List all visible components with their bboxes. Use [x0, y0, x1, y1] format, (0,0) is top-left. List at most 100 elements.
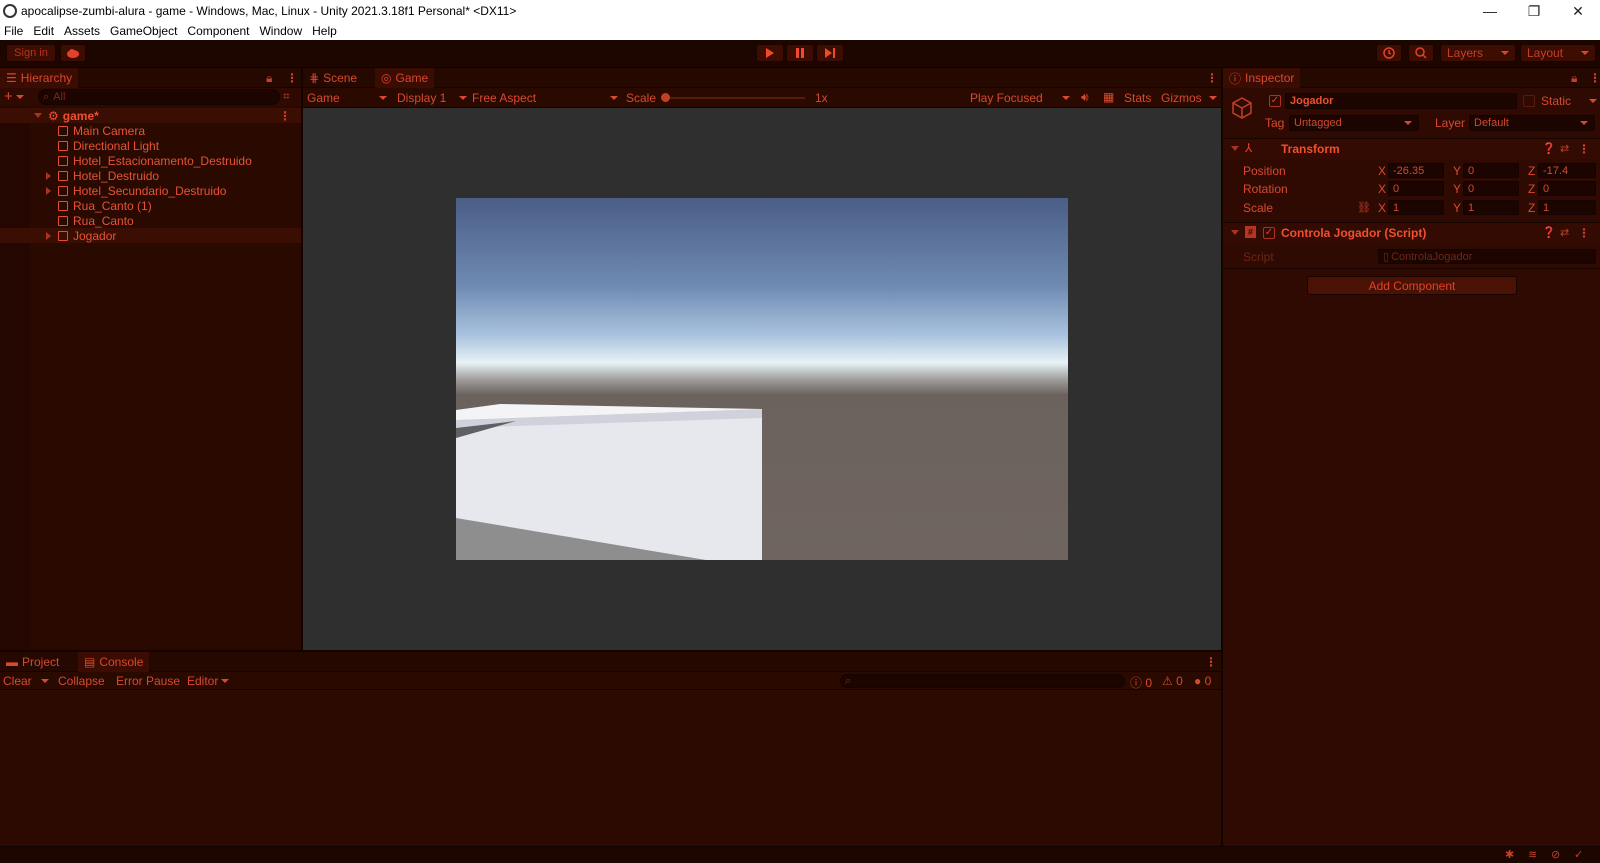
hierarchy-search-input[interactable]: ⌕ All	[38, 89, 280, 105]
error-pause-button[interactable]: Error Pause	[116, 674, 180, 688]
preset-icon[interactable]: ⇄	[1560, 226, 1569, 239]
scale-x-field[interactable]: 1	[1388, 200, 1444, 215]
chevron-down-icon[interactable]	[1589, 99, 1597, 103]
editor-dropdown[interactable]: Editor	[187, 674, 229, 688]
sign-in-button[interactable]: Sign in	[6, 44, 56, 62]
list-item[interactable]: Main Camera	[0, 123, 300, 138]
list-item[interactable]: Rua_Canto	[0, 213, 300, 228]
rotation-y-field[interactable]: 0	[1463, 181, 1519, 196]
game-render-viewport[interactable]	[456, 198, 1068, 560]
scene-root-row[interactable]: ⚙ game* ⋮	[0, 108, 301, 123]
add-component-button[interactable]: Add Component	[1307, 276, 1517, 295]
play-focused-dropdown[interactable]: Play Focused	[970, 91, 1070, 105]
component-enabled-checkbox[interactable]: ✓	[1263, 227, 1275, 239]
play-button[interactable]	[756, 44, 784, 62]
menu-edit[interactable]: Edit	[29, 24, 60, 38]
aspect-dropdown[interactable]: Free Aspect	[472, 91, 618, 105]
list-item[interactable]: Directional Light	[0, 138, 300, 153]
layout-dropdown[interactable]: Layout	[1520, 44, 1596, 62]
cloud-button[interactable]	[60, 44, 86, 62]
log-count-toggle[interactable]: ⓘ 0	[1130, 674, 1158, 691]
collapse-button[interactable]: Collapse	[58, 674, 105, 688]
add-object-button[interactable]: +	[4, 89, 30, 104]
expand-arrow-icon[interactable]	[46, 171, 51, 180]
clear-dropdown[interactable]: Clear	[3, 674, 49, 688]
history-button[interactable]	[1376, 44, 1402, 62]
list-item-selected[interactable]: Jogador	[0, 228, 301, 243]
script-component-header[interactable]: # ✓ Controla Jogador (Script) ❓ ⇄ ⋮	[1223, 223, 1600, 243]
kebab-menu-icon[interactable]: ⋮	[1578, 226, 1590, 240]
kebab-menu-icon[interactable]: ⋮	[1589, 71, 1600, 85]
close-button[interactable]: ✕	[1556, 0, 1600, 22]
scale-slider-handle[interactable]	[661, 93, 670, 102]
console-search-input[interactable]: ⌕	[840, 674, 1125, 688]
collapse-arrow-icon[interactable]	[1231, 146, 1239, 151]
layers-dropdown[interactable]: Layers	[1440, 44, 1516, 62]
position-x-field[interactable]: -26.35	[1388, 163, 1444, 178]
pause-button[interactable]	[786, 44, 814, 62]
layers-icon[interactable]: ≋	[1528, 848, 1537, 861]
expand-arrow-icon[interactable]	[46, 186, 51, 195]
kebab-menu-icon[interactable]: ⋮	[1578, 142, 1590, 156]
console-log-area[interactable]	[0, 690, 1221, 848]
tab-console[interactable]: ▤ Console	[78, 652, 150, 672]
tag-dropdown[interactable]: Untagged	[1289, 115, 1419, 131]
kebab-menu-icon[interactable]: ⋮	[1206, 71, 1218, 85]
position-z-field[interactable]: -17.4	[1538, 163, 1596, 178]
display-dropdown[interactable]: Display 1	[397, 91, 467, 105]
scale-y-field[interactable]: 1	[1463, 200, 1519, 215]
tab-inspector[interactable]: ⓘ Inspector	[1223, 68, 1301, 88]
transform-header[interactable]: ⅄ Transform ❓ ⇄ ⋮	[1223, 139, 1600, 159]
object-name-field[interactable]: Jogador	[1285, 93, 1517, 109]
rotation-z-field[interactable]: 0	[1538, 181, 1596, 196]
kebab-menu-icon[interactable]: ⋮	[286, 71, 298, 85]
scale-z-field[interactable]: 1	[1538, 200, 1596, 215]
expand-arrow-icon[interactable]	[46, 231, 51, 240]
mute-audio-icon[interactable]: 🔊︎	[1081, 90, 1089, 105]
stats-button[interactable]: Stats	[1124, 91, 1151, 105]
list-item[interactable]: Rua_Canto (1)	[0, 198, 300, 213]
tab-scene[interactable]: ⋕ Scene	[303, 68, 363, 88]
layer-dropdown[interactable]: Default	[1469, 115, 1595, 131]
gizmos-dropdown[interactable]: Gizmos	[1161, 91, 1217, 105]
maximize-button[interactable]: ❐	[1512, 0, 1556, 22]
list-item[interactable]: Hotel_Secundario_Destruido	[0, 183, 300, 198]
scene-filter-icon[interactable]: ⌗	[283, 89, 290, 104]
network-icon[interactable]: ⊘	[1551, 848, 1560, 861]
menu-window[interactable]: Window	[255, 24, 308, 38]
menu-file[interactable]: File	[0, 24, 29, 38]
help-icon[interactable]: ❓	[1542, 226, 1556, 239]
menu-assets[interactable]: Assets	[60, 24, 106, 38]
static-checkbox[interactable]	[1523, 95, 1535, 107]
list-item[interactable]: Hotel_Destruido	[0, 168, 300, 183]
kebab-menu-icon[interactable]: ⋮	[279, 109, 291, 123]
kebab-menu-icon[interactable]: ⋮	[1205, 655, 1217, 669]
list-item[interactable]: Hotel_Estacionamento_Destruido	[0, 153, 300, 168]
menu-component[interactable]: Component	[183, 24, 255, 38]
help-icon[interactable]: ❓	[1542, 142, 1556, 155]
active-checkbox[interactable]: ✓	[1269, 95, 1281, 107]
step-button[interactable]	[816, 44, 844, 62]
expand-arrow-icon[interactable]	[34, 113, 42, 118]
lock-icon[interactable]: 🔒︎	[266, 71, 272, 86]
search-button[interactable]	[1408, 44, 1434, 62]
lock-icon[interactable]: 🔒︎	[1571, 71, 1577, 86]
display-mode-dropdown[interactable]: Game	[307, 91, 387, 105]
tab-hierarchy[interactable]: ☰ Hierarchy	[0, 68, 79, 88]
scale-slider-track[interactable]	[665, 97, 805, 99]
preset-icon[interactable]: ⇄	[1560, 142, 1569, 155]
rotation-x-field[interactable]: 0	[1388, 181, 1444, 196]
menu-gameobject[interactable]: GameObject	[106, 24, 183, 38]
grid-icon[interactable]: ▦	[1103, 90, 1114, 104]
minimize-button[interactable]: —	[1468, 0, 1512, 22]
tab-game[interactable]: ◎ Game	[375, 68, 435, 88]
menu-help[interactable]: Help	[308, 24, 343, 38]
bug-icon[interactable]: ✱	[1505, 848, 1514, 861]
warning-count-toggle[interactable]: ⚠ 0	[1162, 674, 1190, 688]
link-icon[interactable]: ⛓	[1357, 201, 1371, 214]
check-circle-icon[interactable]: ✓	[1574, 848, 1583, 861]
position-y-field[interactable]: 0	[1463, 163, 1519, 178]
tab-project[interactable]: ▬ Project	[0, 652, 65, 672]
collapse-arrow-icon[interactable]	[1231, 230, 1239, 235]
error-count-toggle[interactable]: ● 0	[1194, 674, 1220, 688]
